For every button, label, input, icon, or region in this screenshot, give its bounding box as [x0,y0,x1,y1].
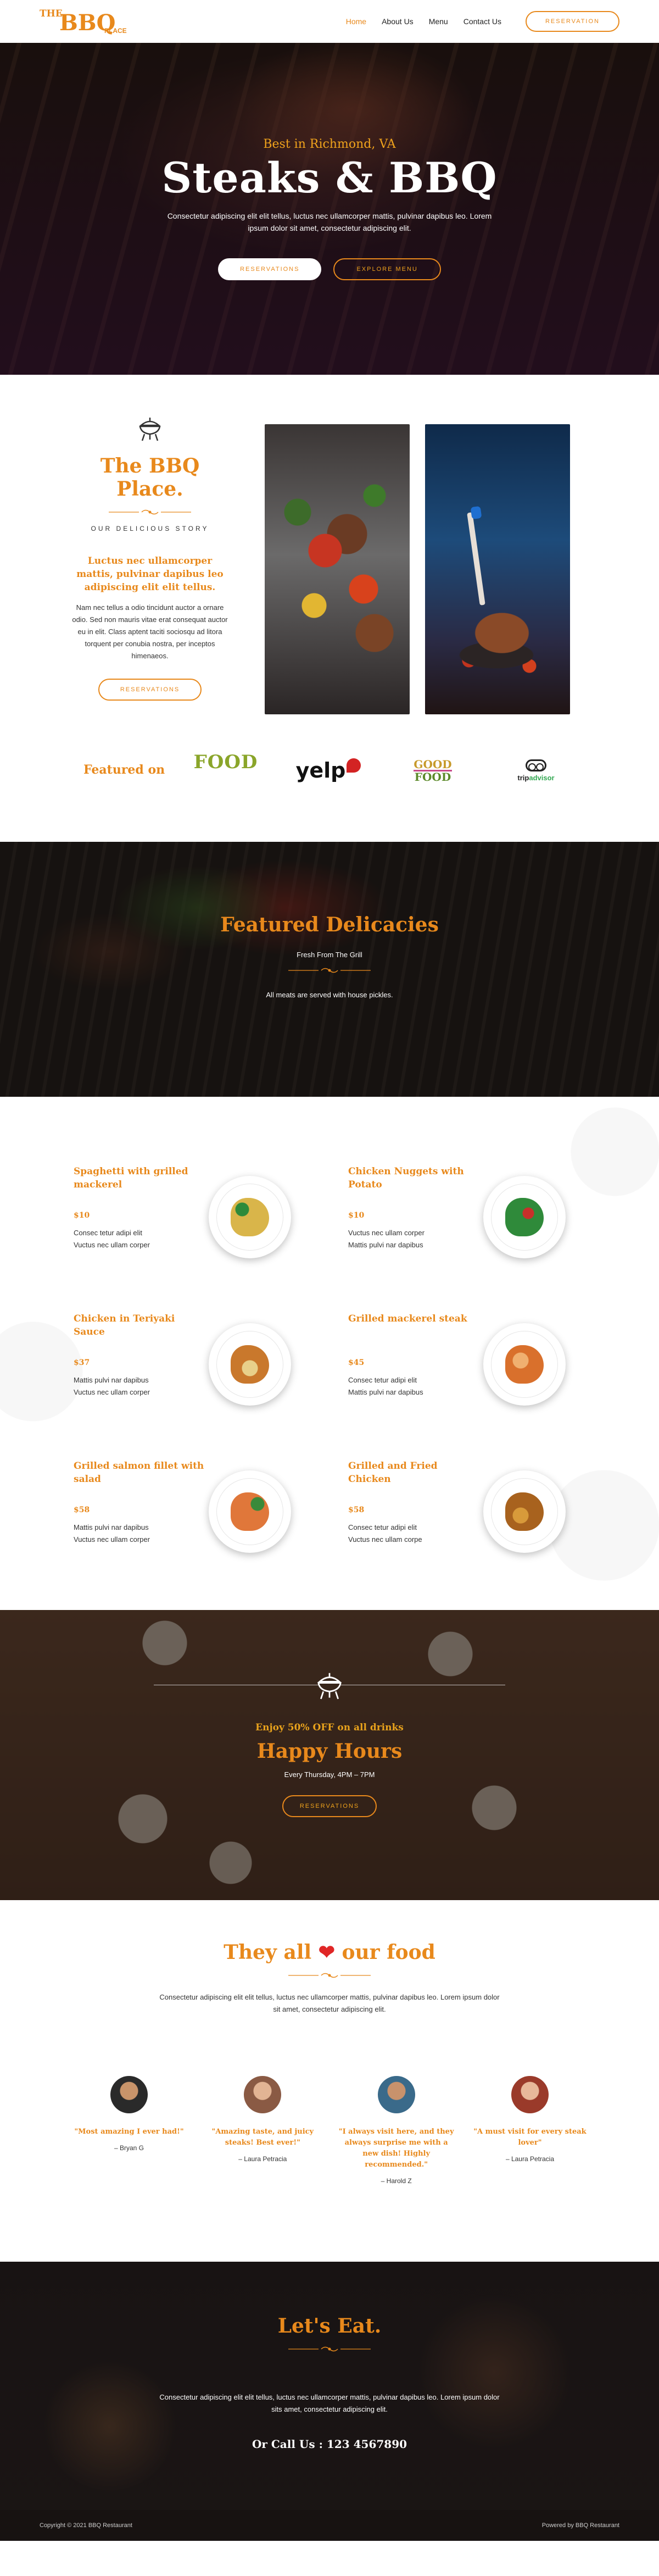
testimonial-quote: "Amazing taste, and juicy steaks! Best e… [211,2128,314,2147]
dish-name: Spaghetti with grilled mackerel [74,1166,188,1190]
lets-eat-section: Let's Eat. Consectetur adipiscing elit e… [0,2262,659,2510]
nav-menu[interactable]: Menu [429,17,448,26]
hero-reservations-button[interactable]: RESERVATIONS [218,258,322,280]
testimonial-author: – Laura Petracia [238,2155,287,2163]
delicacies-section: Featured Delicacies Fresh From The Grill… [0,842,659,1097]
flourish-divider [288,1973,371,1978]
hero-tagline: Best in Richmond, VA [263,137,396,151]
story-kicker: OUR DELICIOUS STORY [91,525,209,532]
testimonial-card: "I always visit here, and they always su… [339,2076,454,2185]
story-reservations-button[interactable]: RESERVATIONS [98,679,202,701]
story-body: Nam nec tellus a odio tincidunt auctor a… [72,603,228,660]
testimonial-quote: "I always visit here, and they always su… [338,2128,454,2169]
delicacies-title: Featured Delicacies [220,913,439,936]
dish-price: $10 [348,1211,365,1220]
nav-contact[interactable]: Contact Us [463,17,501,26]
main-nav: Home About Us Menu Contact Us RESERVATIO… [346,11,619,32]
dish-name: Chicken Nuggets with Potato [348,1166,464,1190]
menu-item[interactable]: Chicken in Teriyaki Sauce $37 Mattis pul… [74,1312,304,1417]
hero-text: Consectetur adipiscing elit elit tellus,… [167,212,492,232]
happy-hours-time: Every Thursday, 4PM – 7PM [284,1770,375,1779]
lets-eat-text: Consectetur adipiscing elit elit tellus,… [159,2393,500,2413]
featured-on-title: Featured on [83,763,165,777]
story-section: The BBQ Place. OUR DELICIOUS STORY Luctu… [0,375,659,721]
happy-hours-section: Enjoy 50% OFF on all drinks Happy Hours … [0,1610,659,1900]
heart-icon: ❤ [318,1941,335,1964]
flourish-divider [109,509,191,515]
story-lead: Luctus nec ullamcorper mattis, pulvinar … [76,556,224,593]
dish-name: Grilled salmon fillet with salad [74,1461,204,1485]
testimonial-quote: "Most amazing I ever had!" [74,2128,184,2136]
testimonials-intro: Consectetur adipiscing elit elit tellus,… [159,1993,500,2013]
food-logo: FOOD [193,751,258,773]
story-title: The BBQ Place. [100,454,200,501]
dish-name: Chicken in Teriyaki Sauce [74,1313,175,1337]
hero-title: Steaks & BBQ [161,153,498,202]
testimonial-author: – Laura Petracia [505,2155,555,2163]
dish-photo [209,1470,291,1553]
site-header: THE BBQ PLACE Home About Us Menu Contact… [0,0,659,43]
tripadvisor-logo: tripadvisor [509,756,563,785]
dish-name: Grilled mackerel steak [348,1313,467,1324]
grill-icon [317,1673,342,1700]
testimonials-title: They all ❤ our food [224,1941,435,1964]
nav-about[interactable]: About Us [382,17,414,26]
menu-item[interactable]: Grilled salmon fillet with salad $58 Mat… [74,1459,304,1564]
hero-explore-menu-button[interactable]: EXPLORE MENU [333,258,441,280]
delicacies-subtitle: Fresh From The Grill [297,951,362,959]
kebab-photo [265,424,410,714]
yelp-logo: yelp [295,756,361,785]
menu-item[interactable]: Grilled and Fried Chicken $58 Consec tet… [348,1459,579,1564]
happy-hours-reservations-button[interactable]: RESERVATIONS [282,1795,377,1817]
dish-photo [209,1176,291,1258]
copyright-text: Copyright © 2021 BBQ Restaurant [40,2522,132,2529]
dish-price: $37 [74,1358,90,1367]
grill-icon [139,418,161,441]
good-food-logo: GOOD FOOD [414,757,452,784]
dish-price: $58 [348,1506,365,1514]
lets-eat-title: Let's Eat. [277,2314,382,2338]
call-us-link[interactable]: Or Call Us : 123 4567890 [0,2438,659,2451]
owl-icon [526,759,546,771]
dish-photo [483,1470,566,1553]
dish-price: $58 [74,1506,90,1514]
testimonial-card: "Most amazing I ever had!" – Bryan G [71,2076,187,2185]
flourish-divider [288,2346,371,2352]
menu-item[interactable]: Spaghetti with grilled mackerel $10 Cons… [74,1165,304,1269]
nav-home[interactable]: Home [346,17,366,26]
testimonials-section: They all ❤ our food Consectetur adipisci… [0,1900,659,2262]
logo-place: PLACE [104,27,127,35]
featured-on-section: Featured on FOOD yelp GOOD FOOD tripadvi… [0,721,659,842]
lamb-chop-photo [425,424,570,714]
testimonial-card: "A must visit for every steak lover" – L… [472,2076,588,2185]
dish-name: Grilled and Fried Chicken [348,1461,438,1485]
testimonial-author: – Bryan G [114,2144,144,2152]
site-footer: Copyright © 2021 BBQ Restaurant Powered … [0,2510,659,2541]
avatar [110,2076,148,2113]
powered-by-text: Powered by BBQ Restaurant [541,2522,619,2529]
avatar [377,2076,415,2113]
testimonial-author: – Harold Z [381,2177,412,2185]
nav-reservation-button[interactable]: RESERVATION [525,11,619,32]
hero-section: Best in Richmond, VA Steaks & BBQ Consec… [0,43,659,375]
dish-photo [483,1176,566,1258]
site-logo[interactable]: THE BBQ PLACE [40,5,133,38]
happy-hours-lead: Enjoy 50% OFF on all drinks [255,1722,404,1733]
happy-hours-title: Happy Hours [256,1740,403,1763]
dish-price: $10 [74,1211,90,1220]
avatar [244,2076,282,2113]
testimonial-card: "Amazing taste, and juicy steaks! Best e… [205,2076,320,2185]
avatar [511,2076,549,2113]
menu-section: Spaghetti with grilled mackerel $10 Cons… [0,1097,659,1610]
testimonial-quote: "A must visit for every steak lover" [473,2128,587,2147]
dish-photo [483,1323,566,1406]
menu-item[interactable]: Grilled mackerel steak $45 Consec tetur … [348,1312,579,1417]
menu-item[interactable]: Chicken Nuggets with Potato $10 Vuctus n… [348,1165,579,1269]
dish-photo [209,1323,291,1406]
dish-price: $45 [348,1358,365,1367]
delicacies-note: All meats are served with house pickles. [266,991,393,999]
flourish-divider [288,968,371,973]
